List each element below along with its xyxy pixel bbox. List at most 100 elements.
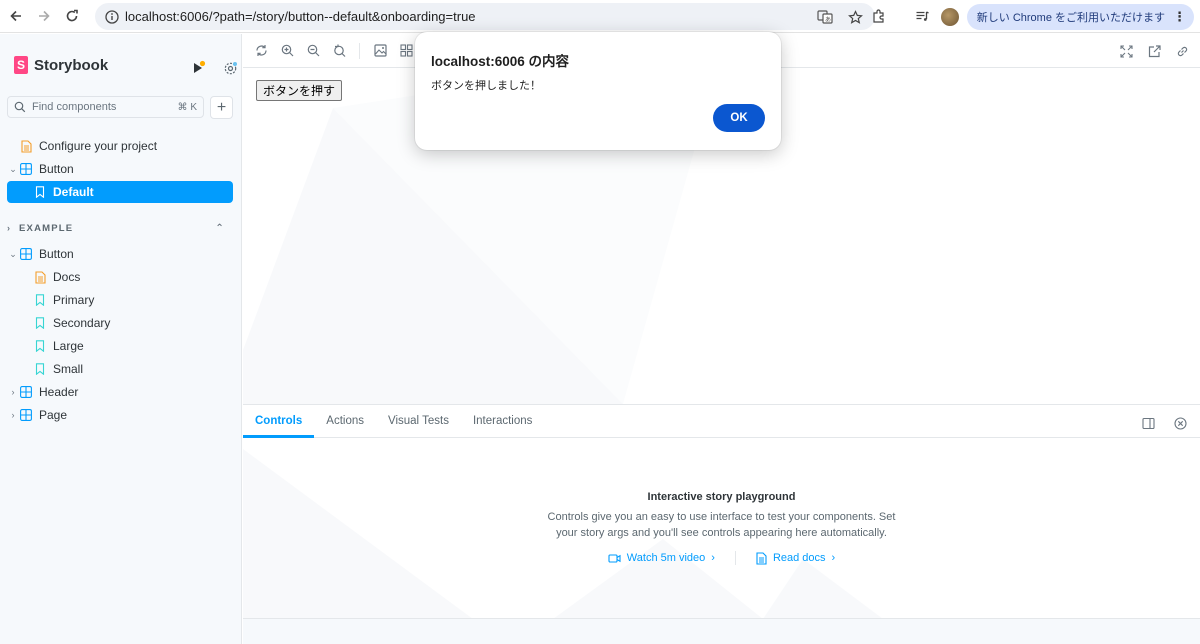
component-grid-icon [19, 385, 33, 399]
create-story-button[interactable]: + [210, 96, 233, 119]
link-divider [734, 551, 736, 565]
background-image-icon[interactable] [370, 41, 390, 61]
read-docs-link[interactable]: Read docs › [756, 551, 836, 565]
empty-state-title: Interactive story playground [647, 491, 796, 503]
chevron-down-icon[interactable]: ⌄ [7, 164, 19, 175]
story-tree-example: › EXAMPLE ⌃ ⌄ Button Docs Primary Second… [7, 217, 233, 427]
sidebar-item-default[interactable]: Default [7, 181, 233, 203]
sidebar-item-page[interactable]: › Page [7, 404, 233, 426]
sidebar-item-label: Header [39, 385, 79, 399]
onboarding-play-icon[interactable] [188, 58, 208, 78]
bookmark-icon [33, 362, 47, 376]
watch-video-label: Watch 5m video [626, 552, 706, 564]
sidebar-item-label: Default [53, 185, 94, 199]
extensions-icon[interactable] [869, 7, 889, 27]
translate-icon[interactable]: あ [815, 7, 835, 27]
fullscreen-icon[interactable] [1116, 41, 1136, 61]
settings-gear-icon[interactable] [220, 58, 240, 78]
media-control-icon[interactable] [913, 7, 933, 27]
sidebar-item-label: Page [39, 408, 68, 422]
bookmark-star-icon[interactable] [845, 7, 865, 27]
svg-text:あ: あ [825, 17, 831, 24]
sidebar-item-label: Small [53, 362, 84, 376]
sidebar-item-secondary[interactable]: Secondary [7, 312, 233, 334]
site-info-icon[interactable] [99, 9, 125, 24]
chevron-down-icon[interactable]: ⌄ [7, 249, 19, 260]
dialog-message: ボタンを押しました！ [431, 79, 541, 92]
browser-toolbar: localhost:6006/?path=/story/button--defa… [0, 0, 1200, 33]
bookmark-icon [33, 316, 47, 330]
bookmark-icon [33, 185, 47, 199]
sidebar-item-primary[interactable]: Primary [7, 289, 233, 311]
panel-orientation-icon[interactable] [1138, 413, 1158, 433]
storybook-logo-icon: S [14, 56, 28, 74]
search-placeholder: Find components [32, 101, 117, 113]
section-title: EXAMPLE [19, 222, 74, 234]
plus-icon: + [216, 98, 227, 116]
sidebar-item-docs[interactable]: Docs [7, 266, 233, 288]
sidebar-item-label: Large [53, 339, 84, 353]
panel-footer [243, 618, 1200, 644]
sidebar-item-example-button[interactable]: ⌄ Button [7, 243, 233, 265]
zoom-in-icon[interactable] [277, 41, 297, 61]
chevron-right-icon: › [831, 552, 836, 564]
url-text: localhost:6006/?path=/story/button--defa… [125, 9, 476, 24]
forward-icon[interactable] [30, 2, 58, 30]
watch-video-link[interactable]: Watch 5m video › [608, 552, 715, 564]
addon-panel: Controls Actions Visual Tests Interactio… [243, 404, 1200, 644]
sidebar: S Storybook Find components ⌘ K + Config… [0, 34, 242, 644]
alert-dialog: localhost:6006 の内容 ボタンを押しました！ OK [415, 32, 781, 150]
story-push-button[interactable]: ボタンを押す [256, 80, 343, 101]
video-icon [608, 553, 621, 563]
kebab-menu-icon[interactable]: ⋮ [1173, 9, 1186, 25]
chevron-right-icon[interactable]: › [7, 410, 19, 420]
empty-state-description: Controls give you an easy to use interfa… [547, 511, 896, 539]
back-icon[interactable] [2, 2, 30, 30]
sidebar-item-button[interactable]: ⌄ Button [7, 158, 233, 180]
story-tree-top: Configure your project ⌄ Button Default [7, 135, 233, 204]
document-icon [756, 551, 767, 565]
profile-avatar[interactable] [940, 7, 959, 26]
brand-name: Storybook [34, 56, 109, 74]
section-header-example[interactable]: › EXAMPLE ⌃ [7, 217, 233, 239]
search-shortcut: ⌘ K [177, 101, 197, 113]
tab-actions[interactable]: Actions [314, 405, 376, 437]
close-panel-icon[interactable] [1170, 413, 1190, 433]
new-chrome-label: 新しい Chrome をご利用いただけます [976, 11, 1165, 24]
toolbar-divider [359, 42, 360, 59]
document-icon [19, 139, 33, 153]
expand-collapse-icon[interactable]: ⌃ [215, 223, 225, 234]
tab-interactions[interactable]: Interactions [461, 405, 544, 437]
tab-visual-tests[interactable]: Visual Tests [376, 405, 461, 437]
document-icon [33, 270, 47, 284]
sidebar-item-label: Button [39, 162, 74, 176]
ok-button[interactable]: OK [713, 104, 765, 132]
controls-empty-state: Interactive story playground Controls gi… [243, 439, 1200, 619]
open-new-tab-icon[interactable] [1144, 41, 1164, 61]
sidebar-item-small[interactable]: Small [7, 358, 233, 380]
sidebar-item-label: Docs [53, 270, 81, 284]
zoom-out-icon[interactable] [303, 41, 323, 61]
tab-controls[interactable]: Controls [243, 405, 315, 438]
brand[interactable]: S Storybook [14, 56, 108, 74]
search-icon [14, 101, 26, 113]
sidebar-item-label: Secondary [53, 316, 111, 330]
reload-icon[interactable] [58, 2, 86, 30]
sidebar-item-large[interactable]: Large [7, 335, 233, 357]
component-grid-icon [19, 247, 33, 261]
sidebar-item-header[interactable]: › Header [7, 381, 233, 403]
search-input[interactable]: Find components ⌘ K [7, 96, 204, 118]
read-docs-label: Read docs [772, 552, 826, 564]
component-grid-icon [19, 162, 33, 176]
sidebar-item-label: Primary [53, 293, 95, 307]
new-chrome-button[interactable]: 新しい Chrome をご利用いただけます ⋮ [966, 3, 1194, 30]
remount-icon[interactable] [251, 41, 271, 61]
grid-icon[interactable] [396, 41, 416, 61]
address-bar[interactable]: localhost:6006/?path=/story/button--defa… [95, 3, 875, 30]
zoom-reset-icon[interactable] [329, 41, 349, 61]
chevron-right-icon[interactable]: › [7, 387, 19, 397]
bookmark-icon [33, 293, 47, 307]
sidebar-item-configure[interactable]: Configure your project [7, 135, 233, 157]
copy-link-icon[interactable] [1172, 41, 1192, 61]
bookmark-icon [33, 339, 47, 353]
